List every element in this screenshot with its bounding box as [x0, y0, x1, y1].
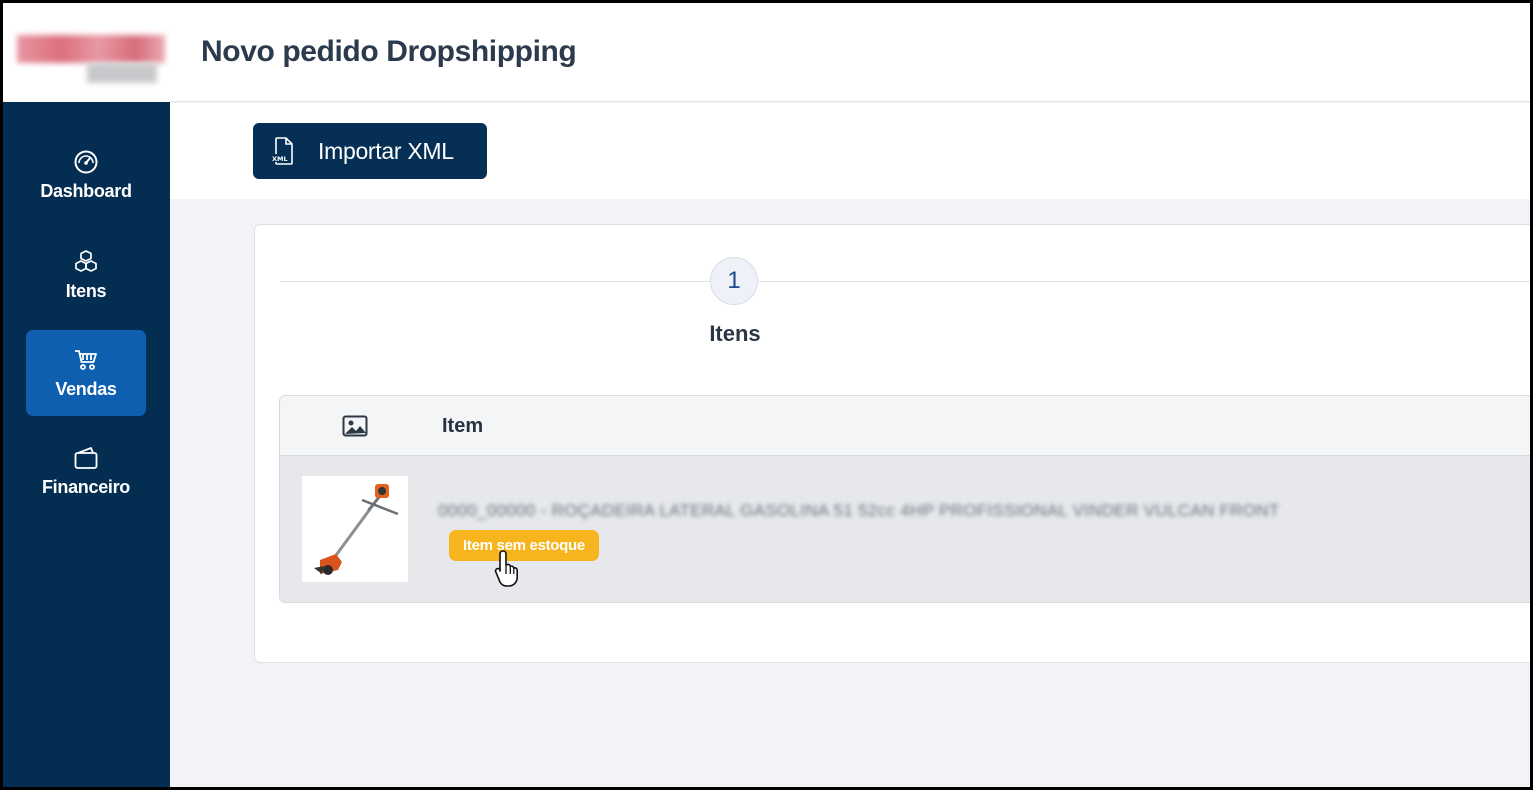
import-xml-label: Importar XML	[318, 137, 454, 164]
logo[interactable]	[3, 3, 170, 102]
page-title: Novo pedido Dropshipping	[201, 35, 577, 68]
column-header-item[interactable]: Item	[442, 415, 483, 438]
sidebar-item-financeiro[interactable]: Financeiro	[26, 428, 146, 514]
brush-cutter-image	[314, 484, 399, 575]
table-header: Item	[280, 396, 1530, 456]
stepper-line	[280, 281, 1530, 282]
import-xml-button[interactable]: XML Importar XML	[253, 123, 487, 179]
step-number[interactable]: 1	[710, 257, 758, 305]
sidebar-item-label: Itens	[65, 280, 107, 301]
sidebar-item-dashboard[interactable]: Dashboard	[26, 132, 146, 218]
logo-image	[17, 29, 167, 87]
wallet-icon	[73, 445, 99, 471]
sidebar-item-label: Financeiro	[41, 476, 131, 497]
sidebar-item-vendas[interactable]: Vendas	[26, 330, 146, 416]
sidebar-item-itens[interactable]: Itens	[26, 232, 146, 318]
items-table: Item 0000_00000 - ROÇADEIRA LATERAL GASO…	[279, 395, 1530, 603]
sidebar-item-label: Dashboard	[40, 180, 132, 201]
sidebar-item-label: Vendas	[55, 378, 117, 399]
sidebar: Dashboard Itens Vendas Financeiro	[3, 102, 170, 787]
item-name: 0000_00000 - ROÇADEIRA LATERAL GASOLINA …	[438, 501, 1280, 520]
xml-file-icon: XML	[271, 136, 295, 166]
product-thumbnail	[302, 476, 408, 582]
step-label: Itens	[709, 321, 761, 346]
gauge-icon	[73, 149, 99, 175]
order-card: 1 Itens Item 0000_00000 - ROÇADEIRA LATE…	[254, 224, 1530, 663]
boxes-icon	[73, 249, 99, 275]
hand-cursor-icon	[493, 548, 527, 588]
toolbar: XML Importar XML	[170, 103, 1530, 199]
cart-icon	[73, 347, 99, 373]
page-header: Novo pedido Dropshipping	[170, 3, 1530, 102]
image-icon	[342, 414, 368, 438]
svg-text:XML: XML	[272, 155, 288, 163]
table-row[interactable]: 0000_00000 - ROÇADEIRA LATERAL GASOLINA …	[280, 457, 1530, 602]
app-window: Novo pedido Dropshipping Dashboard Itens…	[3, 3, 1530, 787]
